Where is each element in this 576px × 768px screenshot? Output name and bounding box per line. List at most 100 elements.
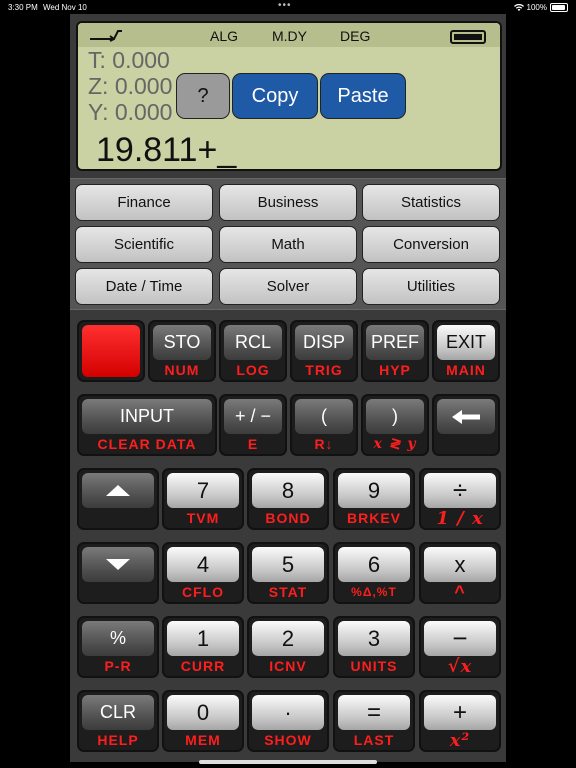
menu-scientific[interactable]: Scientific (75, 226, 213, 263)
key-1-label: 1 (167, 621, 239, 656)
input-key[interactable]: INPUT CLEAR DATA (77, 394, 217, 456)
percent-key[interactable]: % P-R (77, 616, 159, 678)
key-7[interactable]: 7 TVM (162, 468, 244, 530)
clr-key[interactable]: CLR HELP (77, 690, 159, 752)
change-sign-key[interactable]: + / − E (219, 394, 287, 456)
divide-key-label: ÷ (424, 473, 496, 508)
wifi-icon (513, 3, 524, 11)
battery-icon (550, 3, 568, 12)
pref-key[interactable]: PREF HYP (361, 320, 429, 382)
menu-finance[interactable]: Finance (75, 184, 213, 221)
key-3-label: 3 (338, 621, 410, 656)
battery-percent: 100% (526, 3, 547, 12)
stack-y: Y: 0.000 (88, 99, 173, 125)
home-indicator[interactable] (199, 760, 377, 764)
menu-statistics[interactable]: Statistics (362, 184, 500, 221)
key-6-label: 6 (338, 547, 410, 582)
exit-key[interactable]: EXIT MAIN (432, 320, 500, 382)
square-shift-label: x² (449, 730, 471, 751)
key-7-label: 7 (167, 473, 239, 508)
add-key[interactable]: + x² (419, 690, 501, 752)
e-shift-label: E (247, 436, 259, 452)
backspace-key[interactable] (432, 394, 500, 456)
key-6[interactable]: 6 %Δ,%T (333, 542, 415, 604)
last-shift-label: LAST (353, 732, 395, 748)
cflo-shift-label: CFLO (181, 584, 225, 600)
status-time: 3:30 PM (8, 3, 38, 12)
key-0[interactable]: 0 MEM (162, 690, 244, 752)
menu-business[interactable]: Business (219, 184, 357, 221)
show-shift-label: SHOW (264, 732, 312, 748)
menu-solver[interactable]: Solver (219, 268, 357, 305)
paste-button[interactable]: Paste (320, 73, 406, 119)
menu-date-time[interactable]: Date / Time (75, 268, 213, 305)
disp-key-label: DISP (295, 325, 353, 360)
exit-key-label: EXIT (437, 325, 495, 360)
down-arrow-key[interactable] (77, 542, 159, 604)
menu-math[interactable]: Math (219, 226, 357, 263)
p-r-shift-label: P-R (104, 658, 132, 674)
menu-conversion[interactable]: Conversion (362, 226, 500, 263)
lcd-display: ALG M.DY DEG T: 0.000 Z: 0.000 Y: 0.000 … (76, 21, 502, 171)
brkev-shift-label: BRKEV (346, 510, 401, 526)
roll-down-shift-label: R↓ (314, 436, 334, 452)
menu-utilities[interactable]: Utilities (362, 268, 500, 305)
multiply-key[interactable]: x ^ (419, 542, 501, 604)
shift-arrow-icon (90, 30, 122, 42)
divide-key[interactable]: ÷ 1 / x (419, 468, 501, 530)
key-9-label: 9 (338, 473, 410, 508)
open-paren-key[interactable]: ( R↓ (290, 394, 358, 456)
num-shift-label: NUM (164, 362, 200, 378)
help-popup-button[interactable]: ? (176, 73, 230, 119)
percent-key-label: % (82, 621, 154, 656)
status-date: Wed Nov 10 (43, 3, 87, 12)
down-arrow-icon (82, 547, 154, 582)
multitask-dots[interactable]: ••• (278, 0, 292, 11)
key-2[interactable]: 2 ICNV (247, 616, 329, 678)
key-9[interactable]: 9 BRKEV (333, 468, 415, 530)
add-key-label: + (424, 695, 496, 730)
key-3[interactable]: 3 UNITS (333, 616, 415, 678)
log-shift-label: LOG (236, 362, 270, 378)
clr-key-label: CLR (82, 695, 154, 730)
sto-key[interactable]: STO NUM (148, 320, 216, 382)
key-1[interactable]: 1 CURR (162, 616, 244, 678)
calculator: ALG M.DY DEG T: 0.000 Z: 0.000 Y: 0.000 … (70, 14, 506, 762)
stack-z: Z: 0.000 (88, 73, 173, 99)
x-swap-y-shift-label: x ≷ y (373, 436, 417, 452)
key-2-label: 2 (252, 621, 324, 656)
decimal-key-label: · (252, 695, 324, 730)
sto-key-label: STO (153, 325, 211, 360)
annunciator-bar: ALG M.DY DEG (78, 23, 500, 47)
shift-key[interactable] (77, 320, 145, 382)
key-4[interactable]: 4 CFLO (162, 542, 244, 604)
up-arrow-icon (82, 473, 154, 508)
decimal-key[interactable]: · SHOW (247, 690, 329, 752)
key-0-label: 0 (167, 695, 239, 730)
stack-t: T: 0.000 (88, 47, 170, 73)
key-8[interactable]: 8 BOND (247, 468, 329, 530)
stat-shift-label: STAT (268, 584, 308, 600)
mem-shift-label: MEM (185, 732, 221, 748)
key-8-label: 8 (252, 473, 324, 508)
icnv-shift-label: ICNV (269, 658, 307, 674)
close-paren-key[interactable]: ) x ≷ y (361, 394, 429, 456)
backspace-icon (437, 399, 495, 434)
disp-key[interactable]: DISP TRIG (290, 320, 358, 382)
subtract-key-label: − (424, 621, 496, 656)
equals-key[interactable]: = LAST (333, 690, 415, 752)
main-shift-label: MAIN (446, 362, 486, 378)
copy-button[interactable]: Copy (232, 73, 318, 119)
key-5[interactable]: 5 STAT (247, 542, 329, 604)
annunciator-date-format: M.DY (272, 28, 307, 44)
help-shift-label: HELP (97, 732, 139, 748)
up-arrow-key[interactable] (77, 468, 159, 530)
subtract-key[interactable]: − √x (419, 616, 501, 678)
annunciator-mode: ALG (210, 28, 239, 44)
input-key-label: INPUT (82, 399, 212, 434)
annunciator-angle: DEG (340, 28, 371, 44)
status-bar: 3:30 PM Wed Nov 10 ••• 100% (0, 0, 576, 14)
rcl-key[interactable]: RCL LOG (219, 320, 287, 382)
trig-shift-label: TRIG (305, 362, 343, 378)
close-paren-key-label: ) (366, 399, 424, 434)
